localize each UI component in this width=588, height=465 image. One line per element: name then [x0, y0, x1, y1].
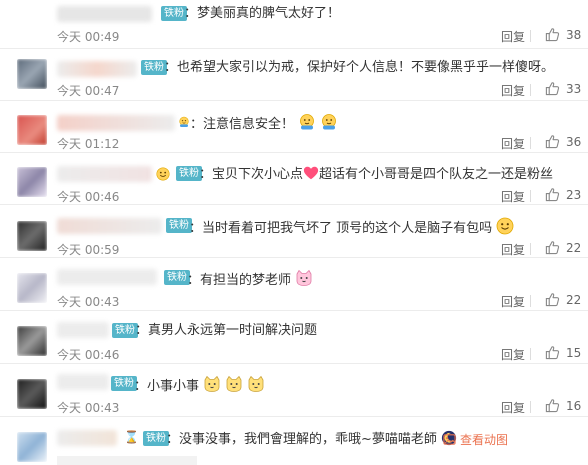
- thumbs-up-icon: [545, 187, 560, 202]
- thumbs-up-icon: [545, 240, 560, 255]
- comment-text: ：梦美丽真的脾气太好了！: [184, 6, 341, 21]
- comment-item: 铁粉 ：小事小事 今天 00:43 回复 16: [0, 365, 588, 417]
- comment-time: 今天 00:43: [57, 295, 120, 309]
- comment-item: 铁粉 ：梦美丽真的脾气太好了！ 今天 00:49 回复 38: [0, 0, 588, 49]
- comment-time: 今天 01:12: [57, 137, 120, 151]
- username[interactable]: [57, 115, 175, 131]
- like-count: 22: [566, 240, 582, 255]
- like-button[interactable]: 22: [545, 292, 581, 307]
- divider: [530, 401, 531, 413]
- like-button[interactable]: 38: [545, 27, 581, 42]
- avatar[interactable]: [17, 115, 47, 145]
- reply-button[interactable]: 回复: [501, 82, 525, 99]
- divider: [530, 243, 531, 255]
- like-count: 33: [566, 81, 582, 96]
- comment-text: ：没事没事，我們會理解的，乖哦~夢喵喵老師: [166, 430, 457, 449]
- thumbs-up-icon: [545, 292, 560, 307]
- comment-text: ：真男人永远第一时间解决问题: [135, 323, 318, 338]
- hug-emoji-icon: [178, 116, 190, 128]
- view-gif-label: 查看动图: [460, 433, 509, 447]
- username[interactable]: [57, 269, 157, 285]
- thumbs-up-icon: [545, 81, 560, 96]
- comment-time: 今天 00:47: [57, 84, 120, 98]
- username[interactable]: [57, 61, 137, 77]
- divider: [530, 30, 531, 42]
- like-count: 36: [566, 134, 582, 149]
- cat-emoji-icon: [295, 269, 313, 287]
- avatar[interactable]: [17, 326, 47, 356]
- thumbs-up-icon: [545, 345, 560, 360]
- comment-item: 铁粉 ：也希望大家引以为戒，保护好个人信息！不要像黑乎乎一样傻呀。 今天 00:…: [0, 49, 588, 101]
- avatar[interactable]: [17, 167, 47, 197]
- divider: [530, 137, 531, 149]
- like-button[interactable]: 33: [545, 81, 581, 96]
- comment-text: ：当时看着可把我气坏了 顶号的这个人是脑子有包吗: [189, 217, 514, 238]
- reply-button[interactable]: 回复: [501, 293, 525, 310]
- divider: [530, 295, 531, 307]
- divider: [530, 84, 531, 96]
- comment-time: 今天 00:49: [57, 30, 120, 44]
- username[interactable]: [57, 218, 162, 234]
- reply-button[interactable]: 回复: [501, 241, 525, 258]
- avatar[interactable]: [17, 59, 47, 89]
- comment-text: ：也希望大家引以为戒，保护好个人信息！不要像黑乎乎一样傻呀。: [164, 60, 555, 75]
- like-button[interactable]: 22: [545, 240, 581, 255]
- comment-text: ：宝贝下次小心点 超话有个小哥哥是四个队友之一还是粉丝: [199, 165, 554, 182]
- avatar[interactable]: [17, 273, 47, 303]
- heart-emoji-icon: [303, 165, 319, 181]
- comment-time: 今天 00:46: [57, 348, 120, 362]
- like-count: 16: [566, 398, 582, 413]
- gif-preview[interactable]: [57, 456, 197, 465]
- like-button[interactable]: 16: [545, 398, 581, 413]
- divider: [530, 348, 531, 360]
- comment-time: 今天 00:43: [57, 401, 120, 415]
- reply-button[interactable]: 回复: [501, 28, 525, 45]
- like-count: 23: [566, 187, 582, 202]
- comment-item: ：注意信息安全！ 今天 01:12 回复 36: [0, 101, 588, 153]
- comment-item: 铁粉 ：真男人永远第一时间解决问题 今天 00:46 回复 15: [0, 312, 588, 364]
- image-icon: [443, 434, 456, 445]
- like-count: 22: [566, 292, 582, 307]
- hug-emoji-icon: [298, 113, 316, 131]
- username[interactable]: [57, 322, 109, 338]
- thumbs-up-icon: [545, 134, 560, 149]
- thumbs-up-icon: [545, 398, 560, 413]
- avatar[interactable]: [17, 221, 47, 251]
- like-button[interactable]: 36: [545, 134, 581, 149]
- username[interactable]: [57, 166, 152, 182]
- avatar[interactable]: [17, 432, 47, 462]
- divider: [530, 190, 531, 202]
- comment-text: ：小事小事: [134, 375, 265, 396]
- avatar[interactable]: [17, 379, 47, 409]
- reply-button[interactable]: 回复: [501, 188, 525, 205]
- username[interactable]: [57, 6, 152, 22]
- hug-emoji-icon: [320, 113, 338, 131]
- like-count: 38: [566, 27, 582, 42]
- comment-item: 铁粉 ：当时看着可把我气坏了 顶号的这个人是脑子有包吗 今天 00:59 回复 …: [0, 206, 588, 258]
- comment-item: 铁粉 ：有担当的梦老师 今天 00:43 回复 22: [0, 259, 588, 311]
- cat-emoji-icon: [247, 375, 265, 393]
- comment-item: 铁粉 ：宝贝下次小心点 超话有个小哥哥是四个队友之一还是粉丝 今天 00:46 回…: [0, 153, 588, 205]
- reply-button[interactable]: 回复: [501, 135, 525, 152]
- smile-emoji-icon: [496, 217, 514, 235]
- like-button[interactable]: 15: [545, 345, 581, 360]
- comment-time: 今天 00:59: [57, 243, 120, 257]
- reply-button[interactable]: 回复: [501, 346, 525, 363]
- comment-time: 今天 00:46: [57, 190, 120, 204]
- view-gif-link[interactable]: 查看动图: [443, 431, 508, 448]
- cat-emoji-icon: [225, 375, 243, 393]
- like-count: 15: [566, 345, 582, 360]
- username[interactable]: [57, 430, 117, 446]
- cat-emoji-icon: [203, 375, 221, 393]
- comment-text: ：注意信息安全！: [190, 113, 338, 134]
- reply-button[interactable]: 回复: [501, 399, 525, 416]
- smile-emoji-icon: [156, 167, 170, 181]
- username[interactable]: [57, 374, 109, 390]
- comment-text: ：有担当的梦老师: [187, 269, 313, 290]
- like-button[interactable]: 23: [545, 187, 581, 202]
- hourglass-icon: ⌛: [124, 430, 139, 444]
- thumbs-up-icon: [545, 27, 560, 42]
